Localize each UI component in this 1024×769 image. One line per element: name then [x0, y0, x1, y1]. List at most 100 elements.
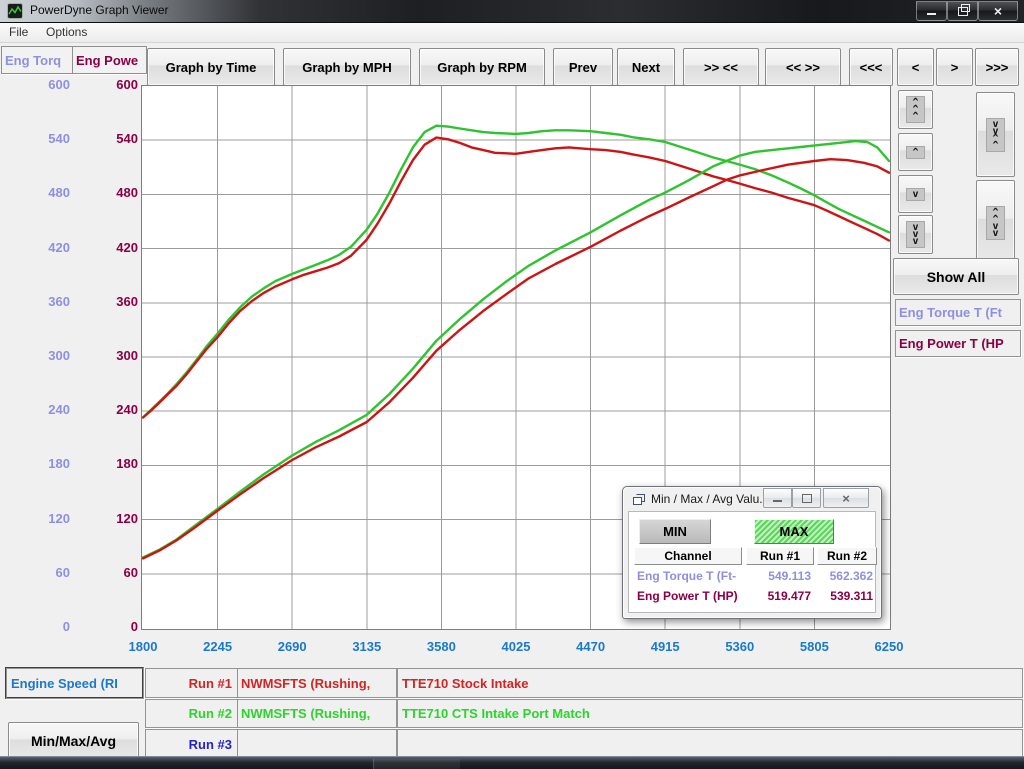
- close-icon: ×: [842, 492, 850, 505]
- torque-axis-tick: 540: [18, 131, 70, 147]
- collapse-vertical-button[interactable]: vv^^: [976, 92, 1015, 177]
- minimize-icon: [773, 495, 782, 502]
- zoom-out-button[interactable]: << >>: [765, 48, 841, 86]
- minmax-row-run2-value: 539.311: [817, 589, 873, 603]
- tab-eng-torque[interactable]: Eng Torq: [1, 46, 73, 74]
- rpm-axis-tick: 2690: [261, 639, 323, 655]
- tab-eng-power[interactable]: Eng Powe: [72, 46, 147, 74]
- scroll-up-fast-button[interactable]: ^^^: [898, 90, 933, 129]
- run-name-field-1[interactable]: NWMSFTS (Rushing,: [237, 668, 397, 698]
- minmax-header-channel[interactable]: Channel: [634, 547, 742, 565]
- scroll-left-button[interactable]: <: [897, 48, 934, 86]
- collapse-vertical-button-icon: vv^^: [986, 118, 1004, 152]
- rpm-axis-tick: 3135: [336, 639, 398, 655]
- min-toggle-button[interactable]: MIN: [639, 519, 711, 544]
- rpm-axis-tick: 4025: [485, 639, 547, 655]
- minmax-row-channel: Eng Power T (HP): [637, 589, 747, 603]
- expand-vertical-button-icon: ^^vv: [986, 206, 1004, 240]
- power-axis-tick: 420: [86, 240, 138, 256]
- graph-by-time-button[interactable]: Graph by Time: [147, 48, 275, 86]
- power-axis-tick: 120: [86, 511, 138, 527]
- right-channel-label-torque: Eng Torque T (Ft: [895, 299, 1021, 326]
- run-desc-field-1[interactable]: TTE710 Stock Intake: [397, 668, 1023, 698]
- restore-button[interactable]: [947, 1, 978, 21]
- graph-by-mph-button[interactable]: Graph by MPH: [283, 48, 411, 86]
- rpm-axis-tick: 6250: [858, 639, 920, 655]
- torque-axis-tick: 0: [18, 619, 70, 635]
- rpm-axis-tick: 4915: [634, 639, 696, 655]
- run-label-1: Run #1: [145, 668, 239, 698]
- rpm-axis-tick: 4470: [560, 639, 622, 655]
- zoom-in-button[interactable]: >> <<: [683, 48, 759, 86]
- prev-button[interactable]: Prev: [553, 48, 613, 86]
- titlebar: PowerDyne Graph Viewer ×: [0, 0, 1024, 23]
- torque-axis-tick: 300: [18, 348, 70, 364]
- scroll-far-right-button[interactable]: >>>: [975, 48, 1019, 86]
- power-axis-tick: 540: [86, 131, 138, 147]
- rpm-axis-tick: 5805: [783, 639, 845, 655]
- menu-file[interactable]: File: [9, 25, 28, 39]
- run-label-2: Run #2: [145, 699, 239, 728]
- minmax-avg-button[interactable]: Min/Max/Avg: [8, 722, 139, 760]
- minmax-header-run2[interactable]: Run #2: [817, 547, 877, 565]
- window-title: PowerDyne Graph Viewer: [30, 3, 169, 17]
- torque-axis-tick: 180: [18, 456, 70, 472]
- dialog-restore-button[interactable]: [792, 488, 821, 508]
- scroll-up-fast-button-icon: ^^^: [906, 96, 924, 123]
- dialog-title: Min / Max / Avg Valu...: [651, 492, 769, 506]
- scroll-down-fast-button[interactable]: vvv: [898, 215, 933, 254]
- menu-options[interactable]: Options: [46, 25, 87, 39]
- run-name-field-3[interactable]: [237, 729, 397, 759]
- run-label-3: Run #3: [145, 729, 239, 759]
- minimize-button[interactable]: [916, 1, 947, 21]
- power-axis-tick: 240: [86, 402, 138, 418]
- torque-axis-tick: 360: [18, 294, 70, 310]
- restore-icon: [958, 7, 968, 16]
- dialog-close-button[interactable]: ×: [823, 488, 869, 508]
- graph-by-rpm-button[interactable]: Graph by RPM: [419, 48, 545, 86]
- right-channel-label-power: Eng Power T (HP: [895, 330, 1021, 357]
- minmax-dialog: Min / Max / Avg Valu... × MIN MAX Channe…: [622, 486, 882, 619]
- torque-axis-tick: 600: [18, 77, 70, 93]
- close-icon: ×: [994, 4, 1002, 18]
- power-axis-tick: 60: [86, 565, 138, 581]
- power-axis-tick: 480: [86, 185, 138, 201]
- restore-icon: [802, 494, 812, 503]
- rpm-axis-tick: 5360: [709, 639, 771, 655]
- scroll-down-fast-button-icon: vvv: [906, 221, 924, 248]
- power-axis-tick: 600: [86, 77, 138, 93]
- run-name-field-2[interactable]: NWMSFTS (Rushing,: [237, 699, 397, 728]
- taskbar-edge: [0, 756, 1024, 769]
- scroll-far-left-button[interactable]: <<<: [849, 48, 893, 86]
- power-axis-tick: 0: [86, 619, 138, 635]
- rpm-axis-tick: 3580: [410, 639, 472, 655]
- minmax-row-run2-value: 562.362: [817, 569, 873, 583]
- x-channel-box: Engine Speed (RI: [5, 667, 144, 699]
- torque-axis-tick: 120: [18, 511, 70, 527]
- power-axis-tick: 300: [86, 348, 138, 364]
- minmax-header-run1[interactable]: Run #1: [746, 547, 814, 565]
- scroll-up-button-icon: ^: [906, 146, 924, 159]
- expand-vertical-button[interactable]: ^^vv: [976, 180, 1015, 265]
- app-icon: [7, 3, 23, 19]
- torque-axis-tick: 420: [18, 240, 70, 256]
- close-button[interactable]: ×: [978, 1, 1018, 21]
- minimize-icon: [927, 8, 936, 15]
- scroll-down-button-icon: v: [906, 188, 924, 201]
- scroll-right-button[interactable]: >: [936, 48, 973, 86]
- rpm-axis-tick: 1800: [112, 639, 174, 655]
- torque-axis-tick: 60: [18, 565, 70, 581]
- show-all-button[interactable]: Show All: [893, 258, 1019, 295]
- scroll-up-button[interactable]: ^: [898, 133, 933, 171]
- menubar: File Options: [0, 23, 1024, 43]
- run-desc-field-3[interactable]: [397, 729, 1023, 759]
- dialog-minimize-button[interactable]: [763, 488, 792, 508]
- next-button[interactable]: Next: [617, 48, 675, 86]
- power-axis-tick: 360: [86, 294, 138, 310]
- max-toggle-button[interactable]: MAX: [754, 519, 834, 544]
- minmax-row-run1-value: 549.113: [746, 569, 811, 583]
- rpm-axis-tick: 2245: [187, 639, 249, 655]
- run-desc-field-2[interactable]: TTE710 CTS Intake Port Match: [397, 699, 1023, 728]
- scroll-down-button[interactable]: v: [898, 175, 933, 213]
- minmax-row-channel: Eng Torque T (Ft-: [637, 569, 747, 583]
